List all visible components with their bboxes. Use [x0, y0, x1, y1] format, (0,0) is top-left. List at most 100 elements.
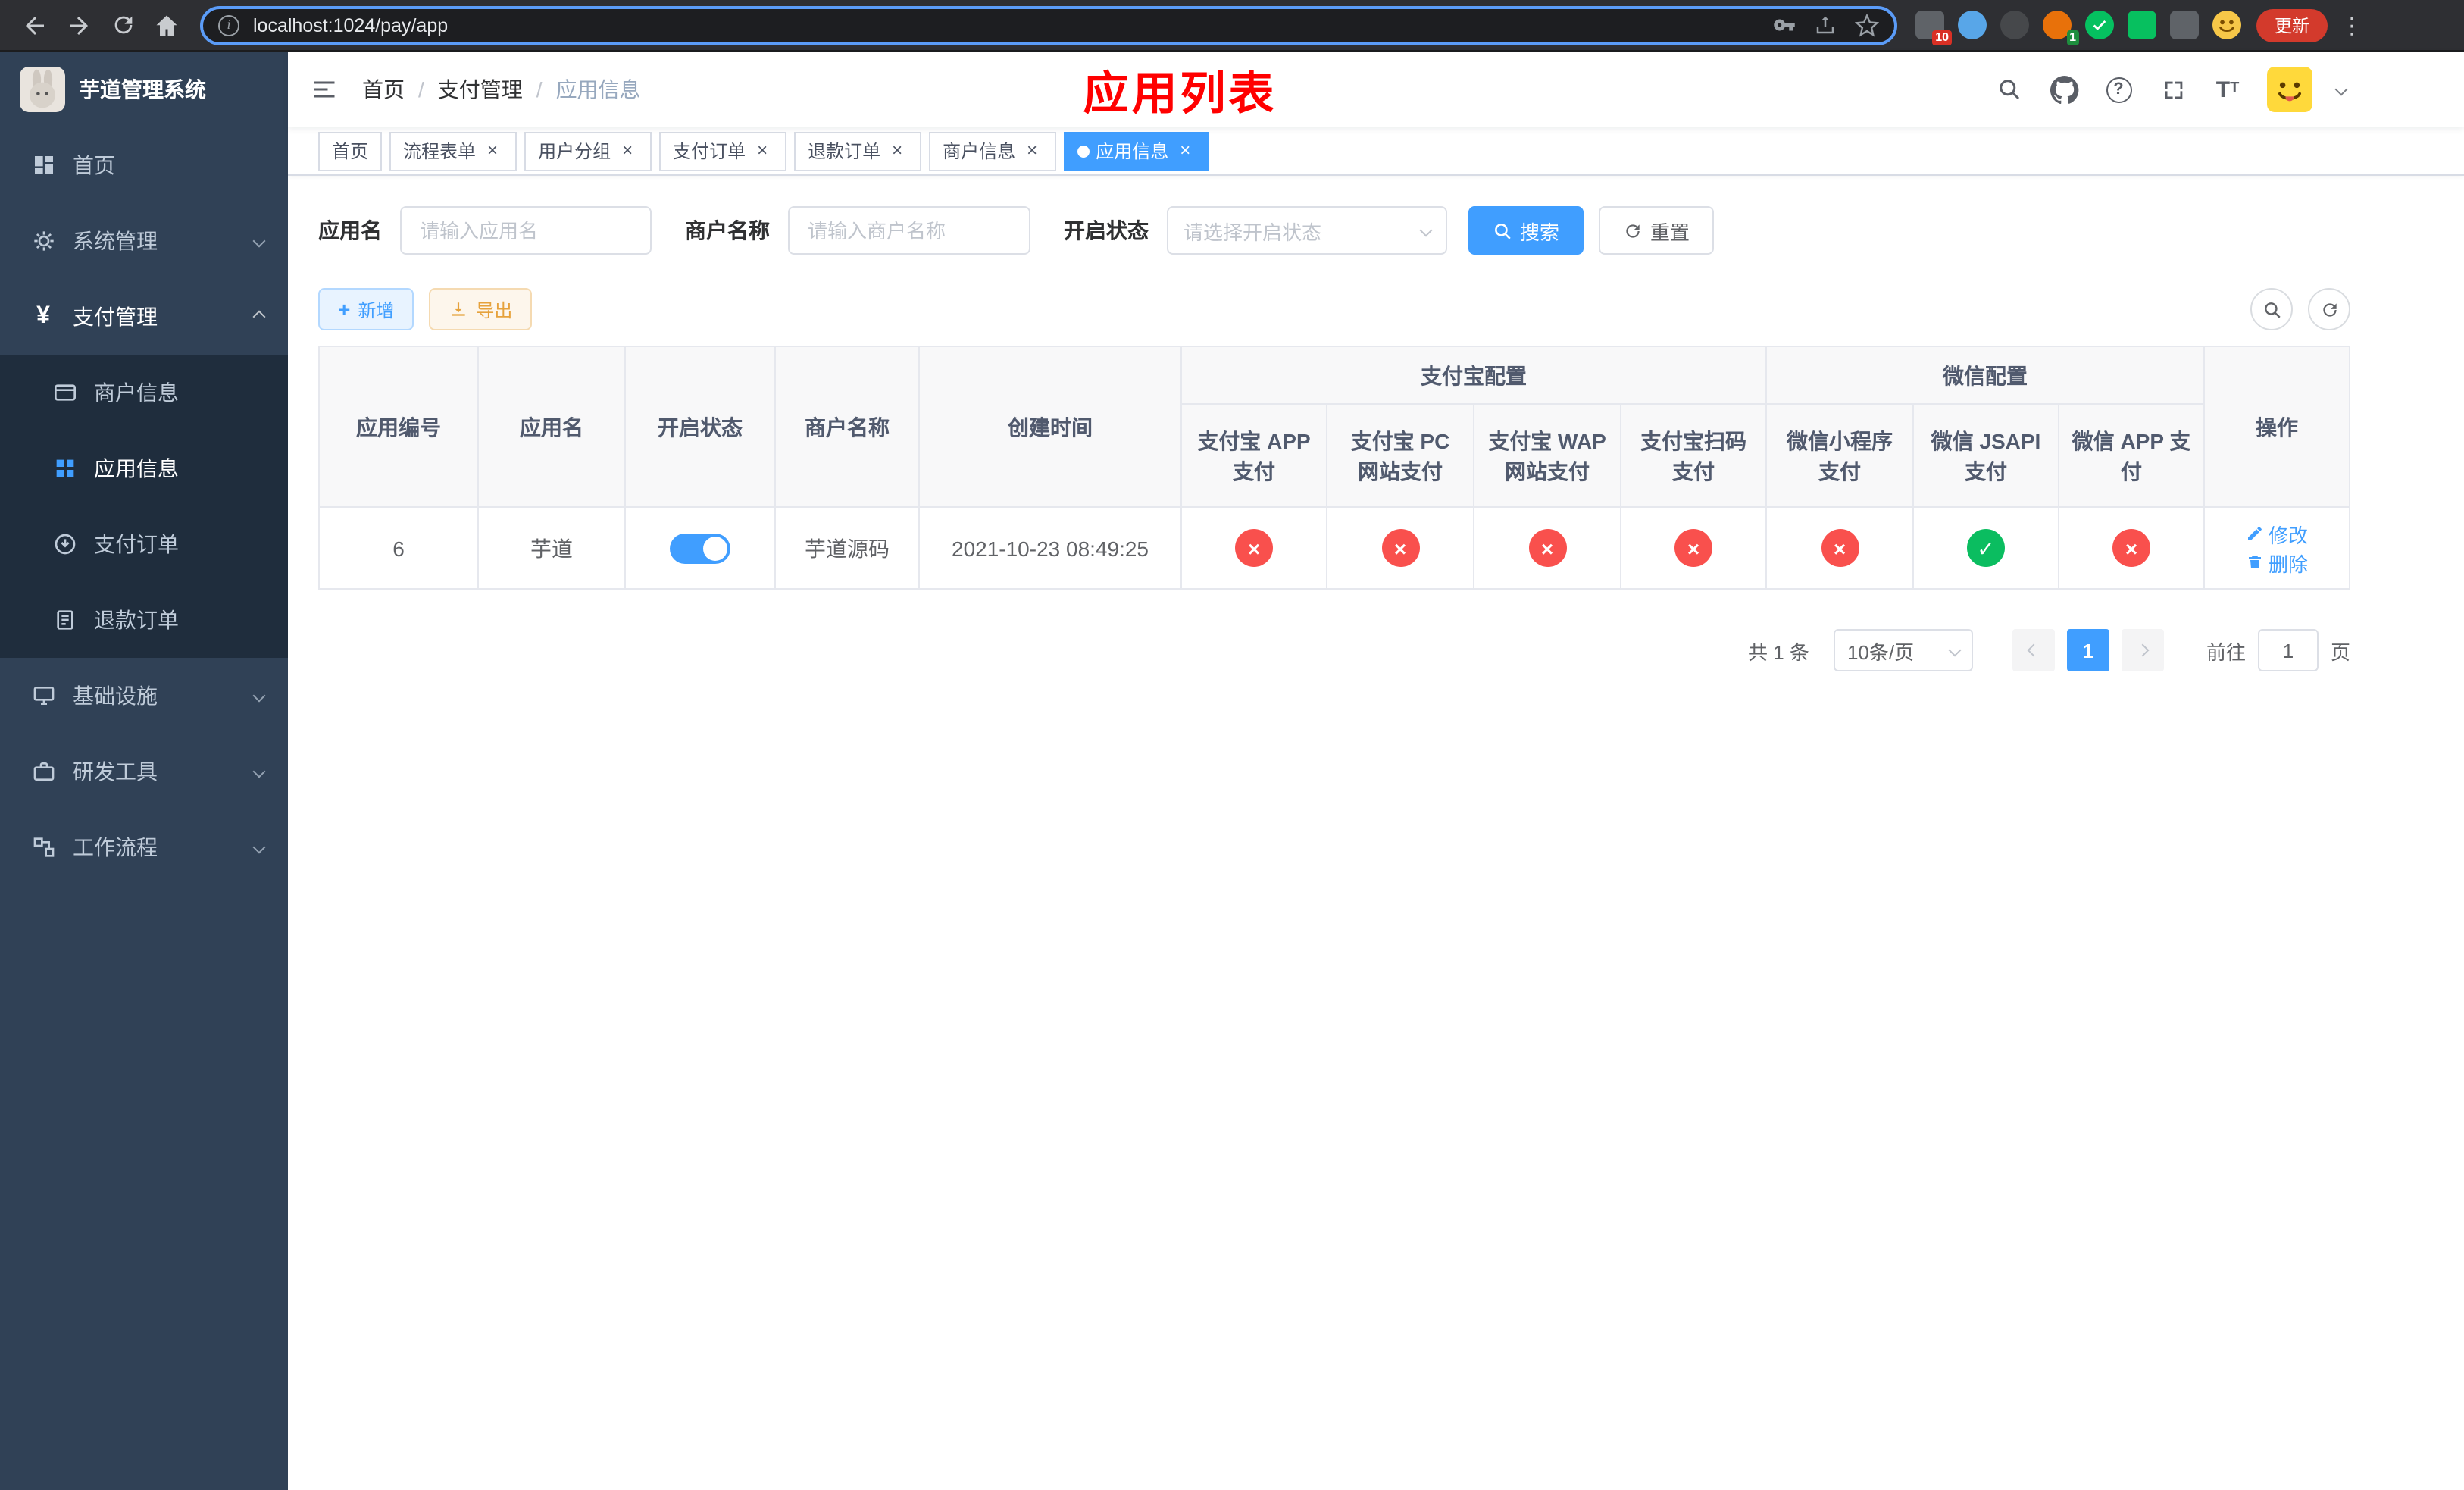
- column-header-actions: 操作: [2203, 346, 2351, 508]
- cell-wechat-jsapi: ✓: [1912, 506, 2059, 590]
- add-button[interactable]: + 新增: [318, 288, 414, 330]
- browser-back-button[interactable]: [15, 5, 55, 45]
- reset-button[interactable]: 重置: [1599, 206, 1715, 255]
- user-avatar[interactable]: [2267, 67, 2312, 112]
- column-group-alipay: 支付宝配置: [1180, 346, 1767, 405]
- extension-icon-orange[interactable]: 1: [2043, 11, 2079, 45]
- close-icon[interactable]: ×: [752, 139, 773, 161]
- sidebar-item-app-info[interactable]: 应用信息: [0, 430, 288, 506]
- app-name-input[interactable]: [402, 208, 650, 253]
- tab-label: 用户分组: [538, 141, 611, 162]
- cell-alipay-app: ×: [1180, 506, 1327, 590]
- tab-user-group[interactable]: 用户分组 ×: [524, 131, 652, 171]
- page-size-select[interactable]: 10条/页: [1833, 629, 1973, 671]
- pagination: 共 1 条 10条/页 1 前往 页: [318, 629, 2350, 671]
- sidebar-item-label: 研发工具: [73, 759, 158, 784]
- share-icon[interactable]: [1814, 14, 1837, 36]
- extension-icon-dark[interactable]: [2000, 11, 2029, 39]
- cell-created-time: 2021-10-23 08:49:25: [918, 506, 1182, 590]
- table-row: 6 芋道 芋道源码 2021-10-23 08:49:25 × × × × × …: [318, 506, 2351, 590]
- extensions-puzzle-icon[interactable]: [2170, 11, 2199, 39]
- app-table: 应用编号 应用名 开启状态 商户名称 创建时间 支付宝配置 微信配置 操作 支付…: [318, 346, 2351, 590]
- sidebar-item-workflow[interactable]: 工作流程: [0, 809, 288, 885]
- search-submit-button[interactable]: 搜索: [1468, 206, 1584, 255]
- close-icon[interactable]: ×: [482, 139, 503, 161]
- sidebar-item-home[interactable]: 首页: [0, 127, 288, 203]
- password-key-icon[interactable]: [1773, 14, 1796, 36]
- goto-unit-label: 页: [2330, 640, 2350, 663]
- font-size-button[interactable]: TT: [2212, 74, 2243, 105]
- extension-icon-adblock[interactable]: 10: [1915, 11, 1952, 45]
- extension-icon-green-check[interactable]: [2085, 11, 2114, 39]
- select-placeholder: 请选择开启状态: [1184, 221, 1322, 243]
- browser-home-button[interactable]: [147, 5, 186, 45]
- refresh-table-button[interactable]: [2308, 288, 2350, 330]
- breadcrumb-payment[interactable]: 支付管理: [438, 74, 523, 105]
- profile-avatar-icon[interactable]: [2212, 11, 2241, 39]
- info-icon[interactable]: i: [218, 14, 239, 36]
- app-name-input-wrapper: [400, 206, 652, 255]
- trash-icon: [2249, 556, 2261, 568]
- filter-label-app-name: 应用名: [318, 218, 382, 243]
- browser-forward-button[interactable]: [59, 5, 98, 45]
- tab-home[interactable]: 首页: [318, 131, 383, 171]
- export-button[interactable]: 导出: [429, 288, 533, 330]
- browser-refresh-button[interactable]: [103, 5, 142, 45]
- sidebar-item-system[interactable]: 系统管理: [0, 203, 288, 279]
- column-header-status: 开启状态: [624, 346, 776, 508]
- sidebar-toggle-button[interactable]: [311, 76, 338, 103]
- goto-page-input[interactable]: [2257, 629, 2319, 671]
- tab-process-form[interactable]: 流程表单 ×: [389, 131, 518, 171]
- extension-icon-green-square[interactable]: [2128, 11, 2156, 39]
- button-label: 重置: [1650, 221, 1690, 243]
- sidebar-item-dev-tools[interactable]: 研发工具: [0, 734, 288, 809]
- avatar-caret-icon[interactable]: [2334, 83, 2348, 96]
- status-cross-icon: ×: [1528, 529, 1566, 567]
- tab-app-info-active[interactable]: 应用信息 ×: [1064, 131, 1210, 171]
- check-icon: [2093, 20, 2106, 30]
- fullscreen-button[interactable]: [2158, 74, 2188, 105]
- chevron-down-icon: [1948, 643, 1962, 657]
- toggle-search-button[interactable]: [2250, 288, 2293, 330]
- status-cross-icon: ×: [1674, 529, 1712, 567]
- sidebar-item-refund-orders[interactable]: 退款订单: [0, 582, 288, 658]
- status-select[interactable]: 请选择开启状态: [1167, 206, 1447, 255]
- github-button[interactable]: [2049, 74, 2079, 105]
- status-cross-icon: ×: [2112, 529, 2150, 567]
- sidebar-item-merchant-info[interactable]: 商户信息: [0, 355, 288, 430]
- close-icon[interactable]: ×: [1174, 139, 1196, 161]
- cell-wechat-mini: ×: [1765, 506, 1914, 590]
- column-header-wechat-app: 微信 APP 支付: [2057, 403, 2206, 508]
- breadcrumb-home[interactable]: 首页: [362, 74, 405, 105]
- tab-label: 商户信息: [943, 141, 1016, 162]
- delete-button[interactable]: 删除: [2246, 548, 2308, 577]
- extension-icon-blue[interactable]: [1958, 11, 1987, 39]
- sidebar-menu: 首页 系统管理 ¥ 支付管理 商户信息 应用信息 支付订单 退款订单 基础设施 …: [0, 127, 288, 885]
- close-icon[interactable]: ×: [886, 139, 908, 161]
- prev-page-button[interactable]: [2012, 629, 2055, 671]
- browser-update-button[interactable]: 更新: [2256, 8, 2328, 42]
- close-icon[interactable]: ×: [1021, 139, 1043, 161]
- help-button[interactable]: ?: [2103, 74, 2134, 105]
- tab-payment-orders[interactable]: 支付订单 ×: [659, 131, 787, 171]
- browser-menu-button[interactable]: ⋮: [2340, 11, 2364, 39]
- page-1-button[interactable]: 1: [2066, 629, 2109, 671]
- next-page-button[interactable]: [2121, 629, 2164, 671]
- merchant-name-input[interactable]: [790, 208, 1029, 253]
- url-text[interactable]: localhost:1024/pay/app: [253, 14, 1773, 36]
- status-toggle[interactable]: [670, 533, 730, 563]
- bookmark-star-icon[interactable]: [1855, 13, 1879, 37]
- edit-button[interactable]: 修改: [2246, 519, 2308, 548]
- sidebar-item-payment[interactable]: ¥ 支付管理: [0, 279, 288, 355]
- browser-address-bar[interactable]: i localhost:1024/pay/app: [200, 5, 1897, 45]
- app-logo[interactable]: 芋道管理系统: [0, 52, 288, 127]
- tab-merchant-info[interactable]: 商户信息 ×: [929, 131, 1057, 171]
- tab-refund-orders[interactable]: 退款订单 ×: [794, 131, 922, 171]
- close-icon[interactable]: ×: [617, 139, 638, 161]
- column-group-wechat: 微信配置: [1765, 346, 2206, 405]
- application-root: i localhost:1024/pay/app 10 1 更新 ⋮ 芋道管理系…: [0, 0, 2464, 1490]
- search-button[interactable]: [1994, 74, 2025, 105]
- sidebar-item-payment-orders[interactable]: 支付订单: [0, 506, 288, 582]
- cell-wechat-app: ×: [2057, 506, 2206, 590]
- sidebar-item-infrastructure[interactable]: 基础设施: [0, 658, 288, 734]
